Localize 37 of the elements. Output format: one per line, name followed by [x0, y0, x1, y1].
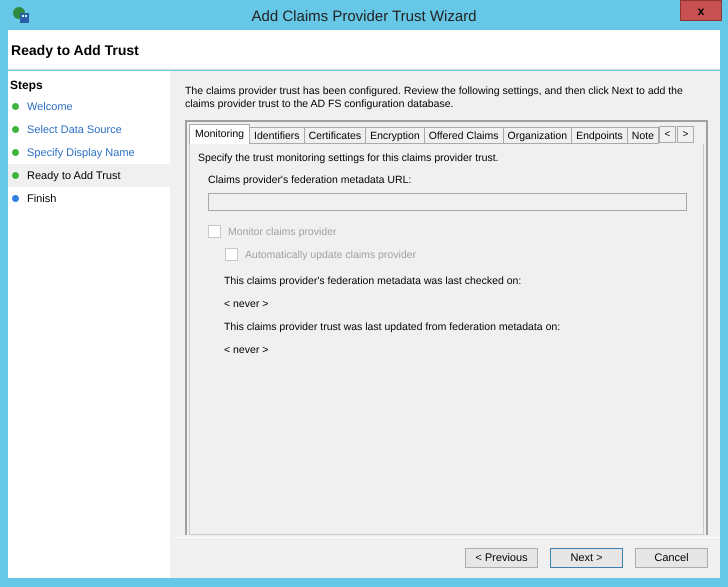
- info-label: This claims provider's federation metadata was last checked on:: [224, 275, 522, 287]
- close-button[interactable]: x: [680, 0, 722, 21]
- page-title: Ready to Add Trust: [11, 42, 139, 58]
- tab[interactable]: Note: [626, 127, 659, 144]
- tab[interactable]: Offered Claims: [424, 127, 504, 144]
- checkbox-label: Monitor claims provider: [228, 226, 337, 238]
- tab-scroll-button[interactable]: <: [658, 126, 676, 143]
- checkbox-label: Automatically update claims provider: [245, 248, 416, 260]
- step-label: Ready to Add Trust: [27, 170, 121, 182]
- wizard-button[interactable]: Next >: [550, 548, 623, 568]
- intro-text: The claims provider trust has been configured. Review the following settings, and then click Next to add the claims provider trust to the AD FS configuration database.: [185, 85, 684, 111]
- tab[interactable]: Organization: [502, 127, 572, 144]
- tab[interactable]: Certificates: [304, 127, 366, 144]
- app-icon: [12, 6, 30, 24]
- step-item[interactable]: Welcome: [8, 95, 170, 118]
- sidebar-title: Steps: [9, 77, 44, 94]
- wizard-button[interactable]: < Previous: [465, 548, 538, 568]
- field-label: Claims provider's federation metadata URL:: [208, 174, 412, 186]
- tab[interactable]: Encryption: [365, 127, 425, 144]
- tab[interactable]: Monitoring: [189, 124, 250, 144]
- info-label: This claims provider trust was last updated from federation metadata on:: [224, 321, 562, 333]
- panel-description: Specify the trust monitoring settings for this claims provider trust.: [198, 152, 500, 164]
- info-value: < never >: [224, 344, 270, 356]
- step-item[interactable]: Finish: [8, 187, 170, 210]
- info-value: < never >: [224, 298, 270, 310]
- step-item[interactable]: Specify Display Name: [8, 141, 170, 164]
- window-title: Add Claims Provider Trust Wizard: [251, 6, 477, 24]
- wizard-button[interactable]: Cancel: [635, 548, 708, 568]
- step-item[interactable]: Select Data Source: [8, 118, 170, 141]
- tab-scroll-button[interactable]: >: [676, 126, 694, 143]
- step-label: Specify Display Name: [27, 146, 135, 158]
- step-label: Finish: [27, 192, 56, 204]
- tab[interactable]: Identifiers: [249, 127, 305, 144]
- step-label: Welcome: [27, 100, 73, 112]
- step-label: Select Data Source: [27, 124, 122, 136]
- step-item[interactable]: Ready to Add Trust: [8, 164, 170, 187]
- tab[interactable]: Endpoints: [571, 127, 628, 144]
